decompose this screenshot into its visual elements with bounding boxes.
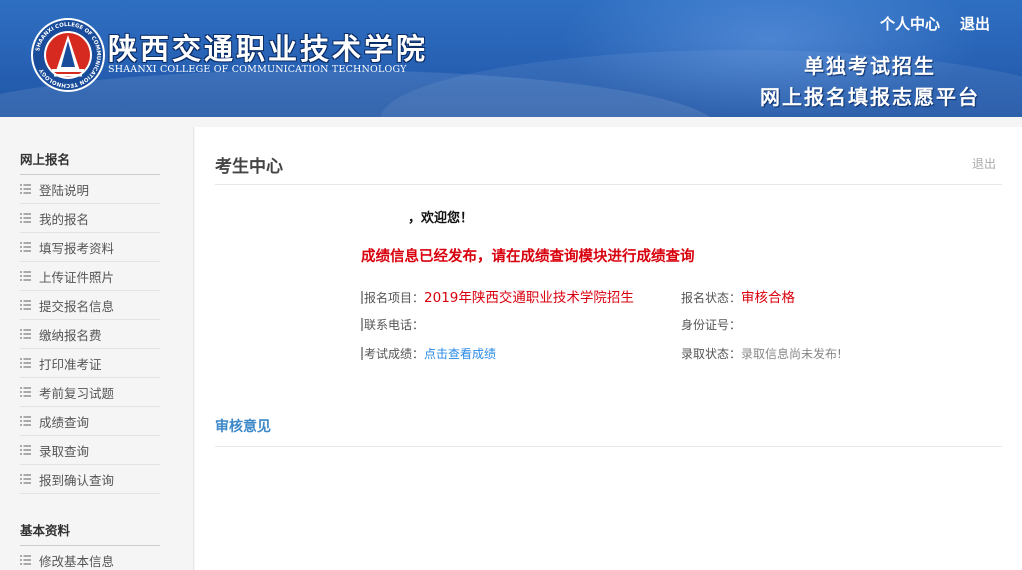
sidebar-item-label: 填写报考资料 xyxy=(39,240,115,256)
header-logout-link[interactable]: 退出 xyxy=(960,13,990,34)
list-icon xyxy=(20,474,31,484)
project-label: 报名项目： xyxy=(364,291,425,305)
sidebar-item-label: 缴纳报名费 xyxy=(39,327,102,343)
sidebar-section-title: 基本资料 xyxy=(20,494,160,546)
list-icon xyxy=(20,555,31,565)
view-score-link[interactable]: 点击查看成绩 xyxy=(424,347,496,361)
score-field: 考试成绩：点击查看成绩 xyxy=(361,345,496,362)
list-icon xyxy=(20,184,31,194)
id-label: 身份证号： xyxy=(681,318,742,332)
phone-field: 联系电话： xyxy=(361,316,424,333)
sidebar-item-label: 录取查询 xyxy=(39,443,90,459)
sidebar-item-label: 修改基本信息 xyxy=(39,553,115,569)
sidebar-item-label: 上传证件照片 xyxy=(39,269,115,285)
sidebar-item[interactable]: 考前复习试题 xyxy=(20,378,160,407)
list-icon xyxy=(20,416,31,426)
project-value: 2019年陕西交通职业技术学院招生 xyxy=(424,290,634,306)
admission-field: 录取状态：录取信息尚未发布! xyxy=(681,345,842,362)
sidebar-item[interactable]: 提交报名信息 xyxy=(20,291,160,320)
sidebar-item-label: 成绩查询 xyxy=(39,414,90,430)
sidebar-item[interactable]: 录取查询 xyxy=(20,436,160,465)
admission-label: 录取状态： xyxy=(681,347,742,361)
status-value: 审核合格 xyxy=(741,290,796,306)
cursor-mark xyxy=(361,291,363,304)
list-icon xyxy=(20,271,31,281)
status-label: 报名状态： xyxy=(681,291,742,305)
sidebar-item[interactable]: 成绩查询 xyxy=(20,407,160,436)
sidebar-item-label: 提交报名信息 xyxy=(39,298,115,314)
school-logo-icon: SHAANXI COLLEGE OF COMMUNICATION TECHNOL… xyxy=(31,18,105,92)
list-icon xyxy=(20,329,31,339)
school-name-en: SHAANXI COLLEGE OF COMMUNICATION TECHNOL… xyxy=(108,64,407,75)
cursor-mark xyxy=(361,347,363,360)
page-title: 考生中心 xyxy=(215,157,283,177)
sidebar-item[interactable]: 登陆说明 xyxy=(20,175,160,204)
site-header: SHAANXI COLLEGE OF COMMUNICATION TECHNOL… xyxy=(0,0,1022,117)
welcome-message: ，欢迎您！ xyxy=(408,211,474,226)
list-icon xyxy=(20,445,31,455)
sidebar-item[interactable]: 我的报名 xyxy=(20,204,160,233)
divider xyxy=(215,446,1002,447)
cursor-mark xyxy=(361,318,363,331)
list-icon xyxy=(20,300,31,310)
sidebar-item[interactable]: 打印准考证 xyxy=(20,349,160,378)
main-panel: 考生中心 退出 ，欢迎您！ 成绩信息已经发布，请在成绩查询模块进行成绩查询 报名… xyxy=(195,127,1022,570)
score-notice: 成绩信息已经发布，请在成绩查询模块进行成绩查询 xyxy=(361,249,695,265)
list-icon xyxy=(20,358,31,368)
sidebar-item-label: 我的报名 xyxy=(39,211,90,227)
platform-title-line1: 单独考试招生 xyxy=(804,54,936,78)
phone-label: 联系电话： xyxy=(364,318,425,332)
sidebar-section-online-registration: 网上报名 登陆说明我的报名填写报考资料 上传证件照片 提交报名信息 缴纳报名费打印准考… xyxy=(20,127,160,494)
sidebar-section-title: 网上报名 xyxy=(20,127,160,175)
sidebar-item-label: 报到确认查询 xyxy=(39,472,115,488)
sidebar-section-basic-info: 基本资料 修改基本信息 xyxy=(20,494,160,570)
main-header: 考生中心 退出 xyxy=(215,149,1002,185)
sidebar: 网上报名 登陆说明我的报名填写报考资料 上传证件照片 提交报名信息 缴纳报名费打印准考… xyxy=(0,127,194,570)
sidebar-item[interactable]: 修改基本信息 xyxy=(20,546,160,570)
admission-value: 录取信息尚未发布! xyxy=(741,347,842,361)
id-field: 身份证号： xyxy=(681,316,741,333)
sidebar-item[interactable]: 缴纳报名费 xyxy=(20,320,160,349)
sidebar-item-label: 登陆说明 xyxy=(39,182,90,198)
list-icon xyxy=(20,242,31,252)
platform-title-line2: 网上报名填报志愿平台 xyxy=(760,85,980,109)
project-field: 报名项目：2019年陕西交通职业技术学院招生 xyxy=(361,286,634,306)
list-icon xyxy=(20,387,31,397)
sidebar-item[interactable]: 上传证件照片 xyxy=(20,262,160,291)
audit-opinion-title: 审核意见 xyxy=(215,419,271,435)
sidebar-item[interactable]: 报到确认查询 xyxy=(20,465,160,494)
sidebar-item[interactable]: 填写报考资料 xyxy=(20,233,160,262)
score-label: 考试成绩： xyxy=(364,347,425,361)
sidebar-item-label: 考前复习试题 xyxy=(39,385,115,401)
list-icon xyxy=(20,213,31,223)
status-field: 报名状态：审核合格 xyxy=(681,286,795,306)
personal-center-link[interactable]: 个人中心 xyxy=(880,13,940,34)
school-name: 陕西交通职业技术学院 xyxy=(108,32,429,66)
header-links: 个人中心 退出 xyxy=(880,13,990,34)
sidebar-item-label: 打印准考证 xyxy=(39,356,102,372)
logout-link[interactable]: 退出 xyxy=(972,155,996,172)
